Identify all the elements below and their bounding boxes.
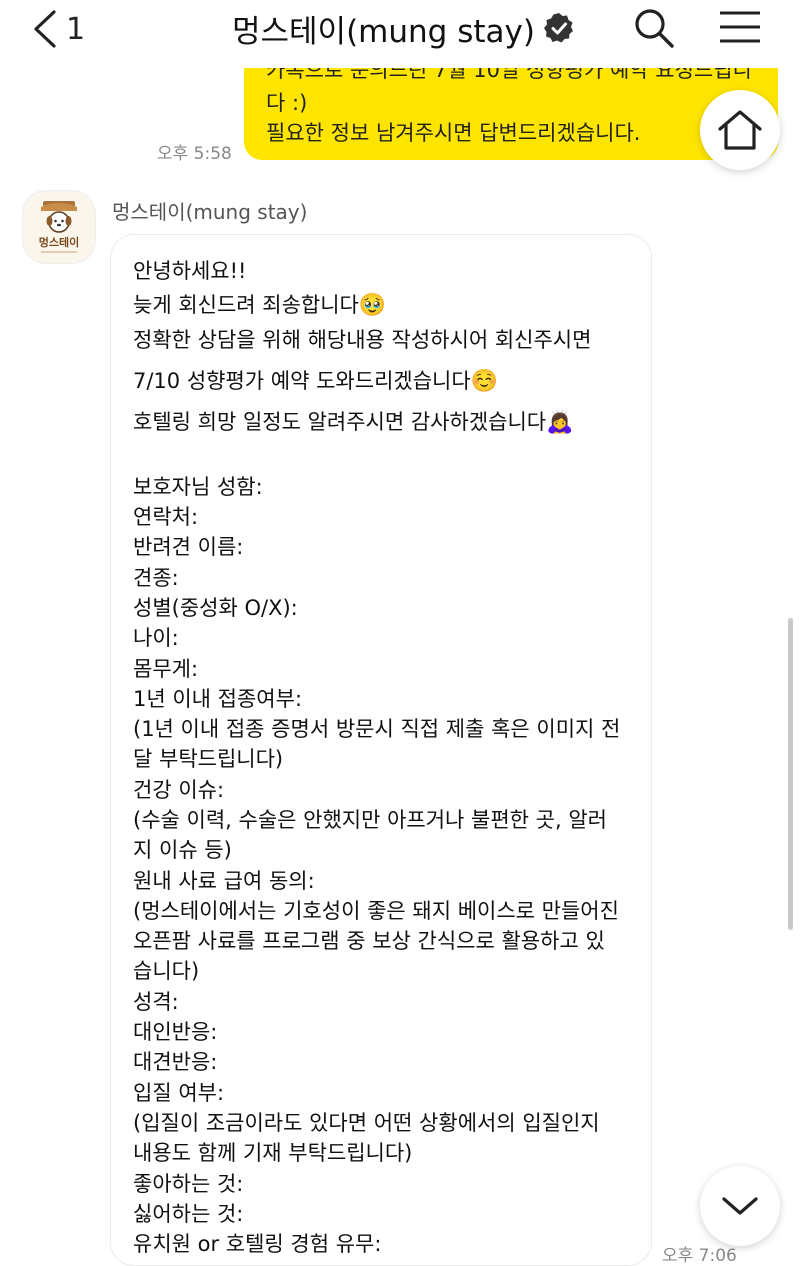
message-line: 성별(중성화 O/X): [133, 592, 298, 622]
message-line: 1년 이내 접종여부: [133, 683, 302, 713]
message-line: 달 부탁드립니다) [133, 743, 283, 773]
message-line-text: 정확한 상담을 위해 해당내용 작성하시어 회신주시면 [133, 328, 592, 352]
message-line: 정확한 상담을 위해 해당내용 작성하시어 회신주시면 [133, 324, 591, 354]
chat-title: 멍스테이(mung stay) [232, 13, 535, 50]
message-line-text: 원내 사료 급여 동의: [133, 869, 315, 893]
chat-header: 1 멍스테이(mung stay) [0, 0, 800, 58]
message-line: 지 이슈 등) [133, 834, 232, 864]
avatar[interactable]: 멍스테이 [22, 190, 96, 264]
scroll-down-button[interactable] [700, 1166, 780, 1246]
message-line-text: 몸무게: [133, 657, 199, 681]
message-line: 견종: [133, 562, 179, 592]
message-line: 보호자님 성함: [133, 471, 263, 501]
message-line: (1년 이내 접종 증명서 방문시 직접 제출 혹은 이미지 전 [133, 713, 620, 743]
message-line-text: 건강 이슈: [133, 778, 225, 802]
message-line: (입질이 조금이라도 있다면 어떤 상황에서의 입질인지 [133, 1107, 600, 1137]
message-time: 오후 7:06 [662, 1246, 737, 1266]
home-icon [718, 110, 762, 150]
message-line-text: 싫어하는 것: [133, 1202, 244, 1226]
message-line: 대인반응: [133, 1016, 217, 1046]
message-line-text: 대인반응: [133, 1020, 218, 1044]
message-line: 좋아하는 것: [133, 1168, 243, 1198]
message-line-text: 견종: [133, 566, 179, 590]
message-line: 늦게 회신드려 죄송합니다🥹 [133, 289, 386, 319]
emoji-icon: 🙇‍♀️ [546, 410, 574, 435]
message-line-text: 지 이슈 등) [133, 838, 232, 862]
message-line-text: 성격: [133, 990, 179, 1014]
message-line-text: 성별(중성화 O/X): [133, 596, 298, 620]
search-icon[interactable] [632, 6, 676, 50]
message-line: 대견반응: [133, 1046, 217, 1076]
back-button[interactable]: 1 [30, 8, 110, 50]
message-line-text: 7/10 성향평가 예약 도와드리겠습니다 [133, 369, 471, 393]
chevron-left-icon [34, 10, 56, 48]
message-line: 필요한 정보 남겨주시면 답변드리겠습니다. [266, 121, 641, 145]
message-line-text: 안녕하세요!! [133, 259, 247, 283]
message-line: 다 :) [266, 91, 308, 115]
scrollbar[interactable] [788, 618, 793, 930]
message-line-text: 늦게 회신드려 죄송합니다 [133, 293, 359, 317]
message-line-text: 입질 여부: [133, 1081, 225, 1105]
home-button[interactable] [700, 90, 780, 170]
message-line: 입질 여부: [133, 1077, 224, 1107]
message-line: (멍스테이에서는 기호성이 좋은 돼지 베이스로 만들어진 [133, 895, 619, 925]
chat-title-area[interactable]: 멍스테이(mung stay) [232, 8, 575, 50]
message-line: 호텔링 희망 일정도 알려주시면 감사하겠습니다🙇‍♀️ [133, 406, 574, 436]
avatar-label: 멍스테이 [38, 236, 80, 249]
message-line: 습니다) [133, 955, 199, 985]
message-line-text: (입질이 조금이라도 있다면 어떤 상황에서의 입질인지 [133, 1111, 600, 1135]
message-time: 오후 5:58 [157, 144, 232, 164]
message-line: 안녕하세요!! [133, 255, 246, 285]
verified-badge-icon [543, 13, 573, 43]
message-line-text: 유치원 or 호텔링 경험 유무: [133, 1232, 382, 1256]
message-line-text: (멍스테이에서는 기호성이 좋은 돼지 베이스로 만들어진 [133, 899, 619, 923]
message-line-text: 대견반응: [133, 1050, 218, 1074]
message-line: 반려견 이름: [133, 531, 243, 561]
message-line-text: 보호자님 성함: [133, 475, 263, 499]
message-line: 7/10 성향평가 예약 도와드리겠습니다☺️ [133, 365, 498, 395]
menu-icon[interactable] [718, 10, 762, 44]
message-line-text: 나이: [133, 626, 179, 650]
incoming-message-bubble[interactable]: 안녕하세요!! 늦게 회신드려 죄송합니다🥹 정확한 상담을 위해 해당내용 작성하… [110, 234, 652, 1266]
message-line: 성격: [133, 986, 179, 1016]
message-line: 싫어하는 것: [133, 1198, 243, 1228]
message-line: 유치원 or 호텔링 경험 유무: [133, 1228, 381, 1258]
message-line: (수술 이력, 수술은 안했지만 아프거나 불편한 곳, 알러 [133, 804, 607, 834]
message-line-text: 오픈팜 사료를 프로그램 중 보상 간식으로 활용하고 있 [133, 929, 605, 953]
message-line: 건강 이슈: [133, 774, 224, 804]
message-line-text: 연락처: [133, 505, 199, 529]
message-line: 카톡으로 문의드린 7월 10일 성향평가 예약 요청드립니 [266, 68, 752, 82]
message-line-text: (수술 이력, 수술은 안했지만 아프거나 불편한 곳, 알러 [133, 808, 607, 832]
unread-count: 1 [66, 11, 86, 47]
emoji-icon: 🥹 [358, 293, 387, 318]
message-line-text: 내용도 함께 기재 부탁드립니다) [133, 1141, 413, 1165]
message-line-text: 호텔링 희망 일정도 알려주시면 감사하겠습니다 [133, 410, 547, 434]
message-line: 내용도 함께 기재 부탁드립니다) [133, 1137, 412, 1167]
mung-stay-logo-icon [37, 201, 81, 253]
message-line-text: 습니다) [133, 959, 200, 983]
message-line-text: 달 부탁드립니다) [133, 747, 284, 771]
message-line: 오픈팜 사료를 프로그램 중 보상 간식으로 활용하고 있 [133, 925, 605, 955]
message-line-text: (1년 이내 접종 증명서 방문시 직접 제출 혹은 이미지 전 [133, 717, 621, 741]
sender-name: 멍스테이(mung stay) [112, 200, 308, 224]
chevron-down-icon [722, 1197, 758, 1215]
emoji-icon: ☺️ [470, 369, 499, 394]
message-line-text: 좋아하는 것: [133, 1172, 244, 1196]
message-line: 나이: [133, 622, 179, 652]
message-line-text: 반려견 이름: [133, 535, 244, 559]
message-line: 몸무게: [133, 653, 198, 683]
message-line-text: 1년 이내 접종여부: [133, 687, 303, 711]
message-line: 원내 사료 급여 동의: [133, 865, 315, 895]
outgoing-message-bubble[interactable]: 카톡으로 문의드린 7월 10일 성향평가 예약 요청드립니 다 :) 필요한 … [244, 68, 778, 160]
message-line: 연락처: [133, 501, 198, 531]
